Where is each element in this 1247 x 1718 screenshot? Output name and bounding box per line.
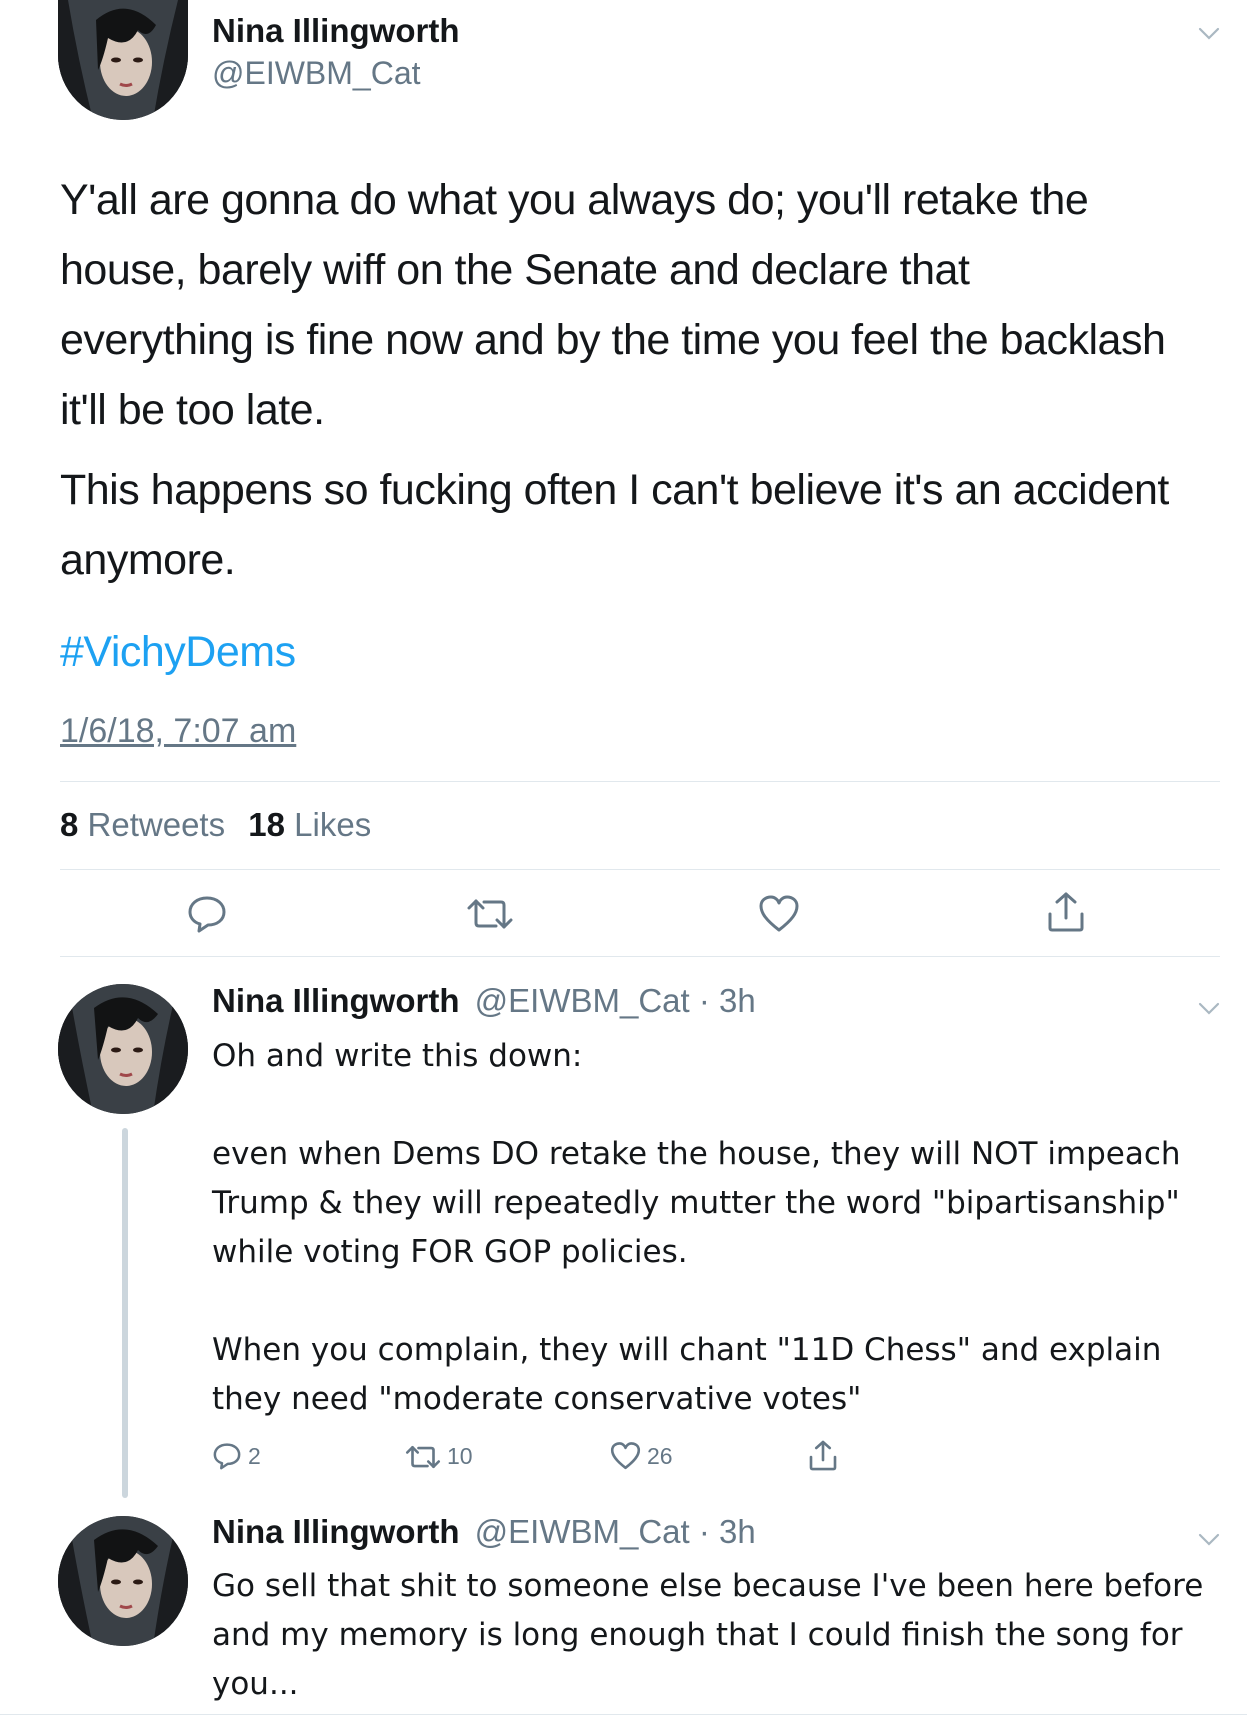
reply-text: Go sell that shit to someone else becaus…	[212, 1568, 1204, 1702]
retweet-icon	[405, 1445, 441, 1468]
tweet-paragraph: Y'all are gonna do what you always do; y…	[60, 176, 1166, 434]
retweet-action[interactable]: 10	[405, 1443, 473, 1470]
author-handle[interactable]: @EIWBM_Cat	[212, 55, 421, 92]
avatar[interactable]	[58, 984, 188, 1114]
reply-handle-time[interactable]: @EIWBM_Cat · 3h	[475, 982, 756, 1019]
reply-header: Nina Illingworth @EIWBM_Cat · 3h	[212, 982, 756, 1020]
reply-author-name[interactable]: Nina Illingworth	[212, 982, 459, 1019]
tweet-timestamp[interactable]: 1/6/18, 7:07 am	[60, 712, 296, 751]
chevron-down-icon[interactable]	[1198, 1002, 1220, 1016]
divider	[0, 1714, 1247, 1715]
divider	[60, 869, 1220, 870]
reply-author-name[interactable]: Nina Illingworth	[212, 1513, 459, 1550]
retweets-count: 8	[60, 806, 79, 843]
likes-count: 18	[248, 806, 285, 843]
avatar[interactable]	[58, 0, 188, 120]
reply-count: 2	[248, 1442, 261, 1469]
likes-stat[interactable]: 18 Likes	[248, 806, 371, 843]
like-icon[interactable]	[758, 894, 800, 934]
thread-line	[122, 1128, 128, 1498]
avatar[interactable]	[58, 1516, 188, 1646]
reply-icon[interactable]	[186, 893, 228, 935]
reply-icon	[213, 1443, 241, 1470]
like-action[interactable]: 26	[610, 1441, 673, 1471]
like-count: 26	[647, 1442, 673, 1469]
tweet-text: Y'all are gonna do what you always do; y…	[60, 165, 1170, 595]
hashtag-link[interactable]: #VichyDems	[60, 628, 296, 677]
avatar-image	[58, 984, 188, 1114]
retweets-stat[interactable]: 8 Retweets	[60, 806, 234, 843]
divider	[60, 956, 1220, 957]
tweet-paragraph: This happens so fucking often I can't be…	[60, 466, 1169, 584]
reply-header: Nina Illingworth @EIWBM_Cat · 3h	[212, 1513, 756, 1551]
reply-text: Oh and write this down: even when Dems D…	[212, 1038, 1181, 1417]
reply-handle-time[interactable]: @EIWBM_Cat · 3h	[475, 1513, 756, 1550]
divider	[60, 781, 1220, 782]
author-name[interactable]: Nina Illingworth	[212, 12, 459, 50]
retweet-count: 10	[447, 1443, 473, 1469]
tweet-stats: 8 Retweets 18 Likes	[60, 806, 371, 844]
retweet-icon[interactable]	[466, 897, 514, 931]
avatar-image	[58, 0, 188, 120]
chevron-down-icon[interactable]	[1198, 27, 1220, 41]
retweets-label: Retweets	[87, 806, 226, 843]
chevron-down-icon[interactable]	[1198, 1533, 1220, 1547]
likes-label: Likes	[294, 806, 372, 843]
avatar-image	[58, 1516, 188, 1646]
share-icon[interactable]	[1046, 890, 1086, 934]
like-icon	[610, 1442, 641, 1470]
share-icon[interactable]	[808, 1439, 838, 1472]
reply-action[interactable]: 2	[212, 1441, 261, 1471]
